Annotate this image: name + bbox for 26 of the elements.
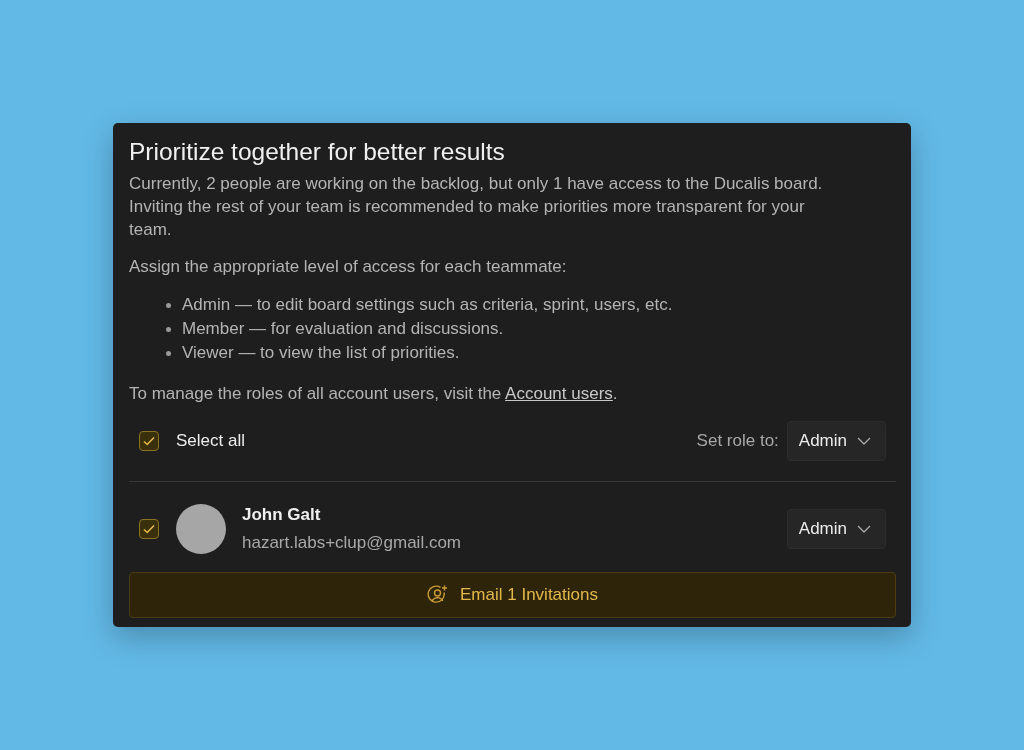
chevron-down-icon	[857, 437, 871, 445]
roles-heading: Assign the appropriate level of access for each teammate:	[129, 256, 568, 278]
user-name: John Galt	[242, 505, 322, 525]
role-description: Admin — to edit board settings such as criteria, sprint, users, etc.	[182, 294, 673, 316]
select-all-label: Select all	[176, 431, 246, 451]
manage-note: To manage the roles of all account users, visit the Account users.	[129, 383, 619, 405]
check-icon	[142, 434, 156, 448]
bullet-icon	[166, 326, 171, 332]
bullet-icon	[166, 302, 171, 308]
role-dropdown[interactable]: Admin	[786, 509, 886, 549]
email-invitations-button[interactable]: Email 1 Invitations	[129, 572, 896, 618]
avatar	[176, 504, 226, 554]
role-description: Viewer — to view the list of priorities.	[182, 342, 460, 364]
dialog-title: Prioritize together for better results	[129, 138, 506, 166]
add-user-icon	[427, 584, 449, 606]
intro-paragraph: Currently, 2 people are working on the backlog, but only 1 have access to the Ducalis board. Inviting the rest of your team is recommended to make priorities more transparent for your team.	[129, 173, 824, 241]
checkbox[interactable]	[139, 519, 159, 539]
chevron-down-icon	[857, 525, 871, 533]
checkbox[interactable]	[139, 431, 159, 451]
bullet-icon	[166, 350, 171, 356]
check-icon	[142, 522, 156, 536]
set-role-label: Set role to:	[696, 431, 779, 451]
role-description: Member — for evaluation and discussions.	[182, 318, 504, 340]
user-email: hazart.labs+clup@gmail.com	[242, 533, 462, 553]
role-dropdown[interactable]: Admin	[786, 421, 886, 461]
account-users-link[interactable]: Account users	[505, 384, 613, 403]
